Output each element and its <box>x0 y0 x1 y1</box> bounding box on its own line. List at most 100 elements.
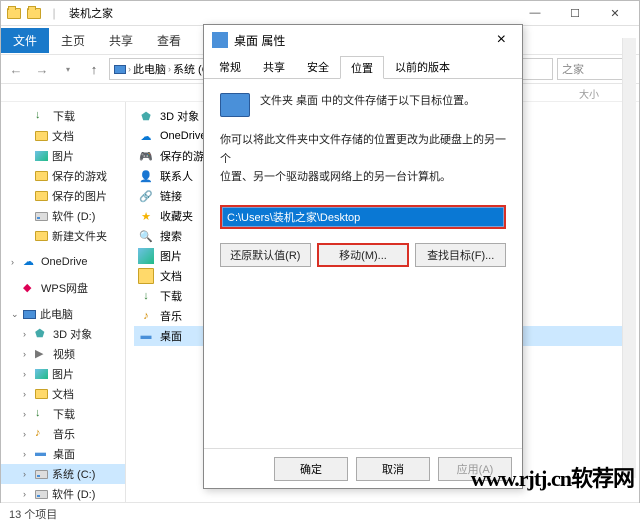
back-button[interactable]: ← <box>5 58 27 80</box>
nav-music[interactable]: ›♪音乐 <box>1 424 125 444</box>
watermark: www.rjtj.cn软荐网 <box>471 461 634 493</box>
nav-onedrive[interactable]: ›☁OneDrive <box>1 252 125 272</box>
nav-downloads2[interactable]: ›↓下载 <box>1 404 125 424</box>
nav-this-pc[interactable]: ⌄此电脑 <box>1 304 125 324</box>
folder-icon <box>35 231 48 241</box>
close-button[interactable]: ✕ <box>595 3 635 23</box>
location-description: 你可以将此文件夹中文件存储的位置更改为此硬盘上的另一个 位置、另一个驱动器或网络… <box>220 131 506 187</box>
onedrive-icon: ☁ <box>23 255 37 269</box>
search-icon: 🔍 <box>138 228 154 244</box>
chevron-right-icon[interactable]: › <box>23 389 26 399</box>
search-placeholder: 之家 <box>562 61 584 77</box>
forward-button[interactable]: → <box>31 58 53 80</box>
games-icon: 🎮 <box>138 148 154 164</box>
chevron-right-icon[interactable]: › <box>23 429 26 439</box>
desktop-icon: ▬ <box>138 328 154 344</box>
window-title: 装机之家 <box>69 5 113 21</box>
path-field[interactable] <box>222 207 504 227</box>
download-icon: ↓ <box>35 109 49 123</box>
qat-divider: | <box>45 4 63 22</box>
nav-3d-objects[interactable]: ›⬟3D 对象 <box>1 324 125 344</box>
video-icon: ▶ <box>35 347 49 361</box>
drive-icon <box>35 212 48 221</box>
chevron-right-icon[interactable]: › <box>23 409 26 419</box>
drive-icon <box>35 490 48 499</box>
quick-access-icon[interactable] <box>25 4 43 22</box>
chevron-right-icon[interactable]: › <box>23 469 26 479</box>
link-icon: 🔗 <box>138 188 154 204</box>
location-header: 文件夹 桌面 中的文件存储于以下目标位置。 <box>260 93 475 110</box>
nav-videos[interactable]: ›▶视频 <box>1 344 125 364</box>
maximize-button[interactable]: ☐ <box>555 3 595 23</box>
document-icon <box>138 268 154 284</box>
close-icon[interactable]: × <box>489 31 514 49</box>
drive-icon <box>35 470 48 479</box>
chevron-down-icon[interactable]: ⌄ <box>11 309 19 320</box>
3d-icon: ⬟ <box>35 327 49 341</box>
restore-default-button[interactable]: 还原默认值(R) <box>220 243 311 267</box>
desktop-icon: ▬ <box>35 447 49 461</box>
folder-large-icon <box>220 93 250 117</box>
tab-general[interactable]: 常规 <box>208 55 252 78</box>
item-count: 13 个项目 <box>9 506 57 522</box>
star-icon: ★ <box>138 208 154 224</box>
nav-downloads[interactable]: ↓下载 <box>1 106 125 126</box>
folder-icon <box>35 191 48 201</box>
desktop-icon <box>212 32 228 48</box>
picture-icon <box>35 151 48 161</box>
chevron-right-icon[interactable]: › <box>23 329 26 339</box>
tab-previous[interactable]: 以前的版本 <box>384 55 461 78</box>
nav-documents[interactable]: 文档 <box>1 126 125 146</box>
recent-dropdown[interactable]: ▾ <box>57 58 79 80</box>
ok-button[interactable]: 确定 <box>274 457 348 481</box>
nav-saved-pics[interactable]: 保存的图片 <box>1 186 125 206</box>
chevron-right-icon[interactable]: › <box>23 349 26 359</box>
contacts-icon: 👤 <box>138 168 154 184</box>
find-target-button[interactable]: 查找目标(F)... <box>415 243 506 267</box>
dialog-tabs: 常规 共享 安全 位置 以前的版本 <box>204 55 522 79</box>
3d-icon: ⬟ <box>138 108 154 124</box>
minimize-button[interactable]: — <box>515 3 555 23</box>
move-button[interactable]: 移动(M)... <box>317 243 410 267</box>
statusbar: 13 个项目 <box>1 502 639 524</box>
document-icon <box>35 389 48 399</box>
picture-icon <box>138 248 154 264</box>
dialog-body: 文件夹 桌面 中的文件存储于以下目标位置。 你可以将此文件夹中文件存储的位置更改… <box>204 79 522 448</box>
tab-view[interactable]: 查看 <box>145 28 193 53</box>
onedrive-icon: ☁ <box>138 128 154 144</box>
document-icon <box>35 131 48 141</box>
nav-saved-games[interactable]: 保存的游戏 <box>1 166 125 186</box>
cancel-button[interactable]: 取消 <box>356 457 430 481</box>
nav-documents2[interactable]: ›文档 <box>1 384 125 404</box>
picture-icon <box>35 369 48 379</box>
tab-sharing[interactable]: 共享 <box>252 55 296 78</box>
nav-system-c[interactable]: ›系统 (C:) <box>1 464 125 484</box>
download-icon: ↓ <box>138 288 154 304</box>
pc-icon <box>23 310 36 319</box>
titlebar: | 装机之家 — ☐ ✕ <box>1 1 639 26</box>
nav-software-d[interactable]: 软件 (D:) <box>1 206 125 226</box>
navigation-pane: ↓下载 文档 图片 保存的游戏 保存的图片 软件 (D:) 新建文件夹 ›☁On… <box>1 102 126 502</box>
breadcrumb-pc[interactable]: 此电脑 <box>133 61 166 77</box>
tab-share[interactable]: 共享 <box>97 28 145 53</box>
nav-new-folder[interactable]: 新建文件夹 <box>1 226 125 246</box>
chevron-right-icon[interactable]: › <box>23 369 26 379</box>
folder-icon <box>35 171 48 181</box>
nav-pictures[interactable]: 图片 <box>1 146 125 166</box>
scrollbar[interactable] <box>622 38 636 478</box>
tab-security[interactable]: 安全 <box>296 55 340 78</box>
chevron-right-icon[interactable]: › <box>23 449 26 459</box>
tab-location[interactable]: 位置 <box>340 56 384 79</box>
tab-file[interactable]: 文件 <box>1 28 49 53</box>
tab-home[interactable]: 主页 <box>49 28 97 53</box>
properties-dialog: 桌面 属性 × 常规 共享 安全 位置 以前的版本 文件夹 桌面 中的文件存储于… <box>203 24 523 489</box>
dialog-titlebar: 桌面 属性 × <box>204 25 522 55</box>
nav-desktop[interactable]: ›▬桌面 <box>1 444 125 464</box>
chevron-right-icon[interactable]: › <box>23 489 26 499</box>
download-icon: ↓ <box>35 407 49 421</box>
nav-wps[interactable]: ◆WPS网盘 <box>1 278 125 298</box>
nav-pictures2[interactable]: ›图片 <box>1 364 125 384</box>
chevron-right-icon[interactable]: › <box>11 257 14 267</box>
search-input[interactable]: 之家 <box>557 58 627 80</box>
up-button[interactable]: ↑ <box>83 58 105 80</box>
